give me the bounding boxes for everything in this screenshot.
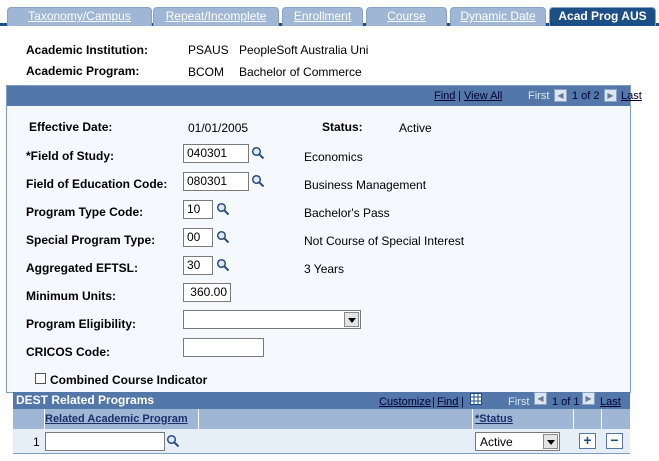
related-program-input[interactable] [45, 432, 165, 451]
row-status-dropdown-icon[interactable] [543, 434, 558, 449]
row-status-select[interactable]: Active [475, 432, 560, 451]
grid-download-icon[interactable] [470, 393, 482, 405]
eligibility-label: Program Eligibility: [26, 317, 137, 331]
program-label: Academic Program: [26, 64, 140, 78]
field-of-study-label: *Field of Study: [26, 149, 114, 163]
program-type-input[interactable]: 10 [183, 200, 213, 219]
eftsl-input[interactable]: 30 [183, 256, 213, 275]
min-units-input[interactable]: 360.00 [183, 283, 231, 302]
eligibility-dropdown-icon[interactable] [344, 312, 359, 327]
grid-nav-separator-2: | [461, 396, 464, 408]
eftsl-label: Aggregated EFTSL: [26, 261, 139, 275]
nav-separator: | [458, 90, 461, 102]
previous-arrow-icon[interactable]: ◀ [554, 89, 567, 102]
next-arrow-icon[interactable]: ▶ [604, 89, 617, 102]
effective-date-value: 01/01/2005 [188, 121, 249, 135]
effective-date-label: Effective Date: [29, 120, 113, 134]
institution-label: Academic Institution: [26, 43, 149, 57]
grid-find-link[interactable]: Find [437, 396, 458, 408]
program-code: BCOM [188, 65, 224, 79]
grid-first-label: First [508, 396, 530, 408]
cricos-input[interactable] [183, 338, 264, 357]
tab-taxonomy-campus[interactable]: Taxonomy/Campus [7, 7, 152, 26]
combined-course-checkbox[interactable] [35, 373, 46, 384]
special-program-desc: Not Course of Special Interest [304, 234, 465, 248]
grid-last-link[interactable]: Last [600, 396, 621, 408]
min-units-label: Minimum Units: [26, 289, 116, 303]
tab-dynamic-date[interactable]: Dynamic Date [450, 7, 546, 26]
program-type-lookup-icon[interactable] [216, 202, 230, 216]
first-label: First [528, 90, 550, 102]
field-of-education-label: Field of Education Code: [26, 177, 168, 191]
institution-code: PSAUS [188, 43, 229, 57]
add-row-button[interactable]: + [579, 433, 596, 449]
eftsl-desc: 3 Years [304, 262, 345, 276]
program-type-desc: Bachelor's Pass [304, 206, 390, 220]
special-program-lookup-icon[interactable] [216, 230, 230, 244]
grid-previous-arrow-icon[interactable]: ◀ [534, 392, 547, 405]
tab-course[interactable]: Course [366, 7, 447, 26]
tab-bar: Taxonomy/Campus Repeat/Incomplete Enroll… [0, 0, 659, 26]
tab-enrollment[interactable]: Enrollment [282, 7, 363, 26]
field-of-study-input[interactable]: 040301 [183, 144, 249, 163]
tab-repeat-incomplete[interactable]: Repeat/Incomplete [153, 7, 279, 26]
cricos-label: CRICOS Code: [26, 345, 110, 359]
related-program-lookup-icon[interactable] [166, 434, 180, 448]
special-program-label: Special Program Type: [26, 233, 156, 247]
eftsl-lookup-icon[interactable] [216, 258, 230, 272]
special-program-input[interactable]: 00 [183, 228, 213, 247]
row-count: 1 of 2 [572, 90, 600, 102]
customize-link[interactable]: Customize [379, 396, 431, 408]
status-value: Active [399, 121, 432, 135]
col-related-academic-program[interactable]: Related Academic Program [45, 413, 188, 425]
view-all-link[interactable]: View All [464, 90, 502, 102]
field-of-study-lookup-icon[interactable] [251, 146, 265, 160]
field-of-education-lookup-icon[interactable] [251, 174, 265, 188]
grid-nav-separator: | [432, 396, 435, 408]
institution-name: PeopleSoft Australia Uni [239, 43, 369, 57]
grid-next-arrow-icon[interactable]: ▶ [582, 392, 595, 405]
field-of-education-desc: Business Management [304, 178, 427, 192]
field-of-education-input[interactable]: 080301 [183, 172, 249, 191]
last-link[interactable]: Last [621, 90, 642, 102]
program-type-label: Program Type Code: [26, 205, 144, 219]
delete-row-button[interactable]: − [606, 433, 623, 449]
program-name: Bachelor of Commerce [239, 65, 362, 79]
row-status-selected: Active [480, 435, 513, 449]
eligibility-select[interactable] [183, 310, 361, 329]
field-of-study-desc: Economics [304, 150, 363, 164]
find-link[interactable]: Find [434, 90, 455, 102]
row-number: 1 [33, 435, 40, 449]
grid-row-count: 1 of 1 [552, 396, 580, 408]
col-status[interactable]: *Status [475, 413, 513, 425]
grid-title: DEST Related Programs [16, 393, 155, 407]
tab-acad-prog-aus[interactable]: Acad Prog AUS [549, 7, 656, 26]
combined-course-label: Combined Course Indicator [50, 373, 208, 387]
status-label: Status: [322, 120, 363, 134]
